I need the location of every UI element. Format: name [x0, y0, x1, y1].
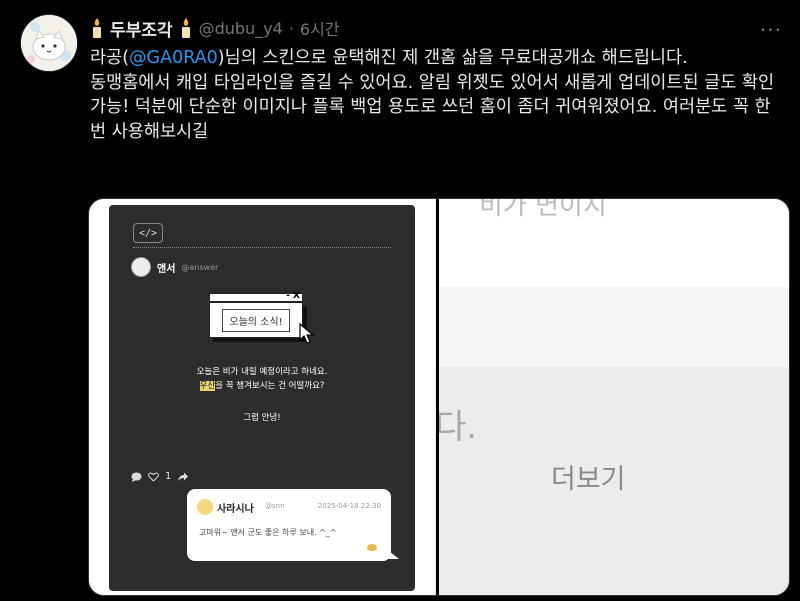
media-left-image[interactable]: </> 앤서 @answer - X 오늘의 소식! 오늘은 비가 내릴 예정이… — [89, 199, 435, 595]
notice-window-body: 오늘의 소식! — [209, 302, 303, 338]
profile-avatar — [131, 257, 151, 277]
profile-row: 앤서 @answer — [131, 257, 218, 277]
avatar[interactable] — [20, 14, 78, 72]
like-count: 1 — [165, 471, 172, 482]
reply-avatar — [197, 499, 213, 515]
reply-bubble: 사라시나 @snn 2025-04-18 22:30 고마워~ 앤서 군도 좋은… — [187, 489, 399, 561]
news-text: 오늘은 비가 내릴 예정이라고 하네요. 우산을 꼭 챙겨보시는 건 어떨까요? — [109, 365, 415, 393]
share-icon — [178, 472, 189, 481]
tweet: 두부조각 @dubu_y4 · 6시간 ··· 라공(@GA0RA0)님의 스킨… — [0, 0, 800, 601]
right-mid-area — [439, 287, 789, 367]
reply-name: 사라시나 — [217, 504, 254, 515]
tweet-text: 라공(@GA0RA0)님의 스킨으로 윤택해진 제 갠홈 삶을 무료대공개쇼 해… — [90, 46, 780, 144]
timestamp[interactable]: 6시간 — [300, 16, 340, 40]
profile-name: 앤서 — [157, 263, 176, 275]
right-top-text: 비가 면이지 — [479, 199, 607, 221]
more-options-icon[interactable]: ··· — [760, 18, 782, 42]
tweet-media[interactable]: </> 앤서 @answer - X 오늘의 소식! 오늘은 비가 내릴 예정이… — [88, 198, 790, 596]
reply-chat-icon — [367, 544, 377, 551]
notice-window-bar: - X — [209, 291, 303, 302]
pointer-cursor-icon — [299, 323, 315, 344]
comment-icon — [131, 472, 142, 482]
news-line1: 오늘은 비가 내릴 예정이라고 하네요. — [196, 367, 328, 377]
media-right-image[interactable]: 비가 면이지 다. 더보기 — [439, 199, 789, 595]
right-top-area: 비가 면이지 — [439, 199, 789, 287]
more-button: 더보기 — [551, 464, 626, 495]
text-suffix: )님의 스킨으로 윤택해진 제 갠홈 삶을 무료대공개쇼 해드립니다. — [217, 48, 688, 68]
profile-handle: @answer — [181, 262, 219, 272]
tweet-line1: 라공(@GA0RA0)님의 스킨으로 윤택해진 제 갠홈 삶을 무료대공개쇼 해… — [90, 46, 780, 71]
notice-window: - X 오늘의 소식! — [209, 291, 303, 339]
display-name[interactable]: 두부조각 — [110, 16, 173, 41]
candle-icon — [179, 17, 193, 39]
reply-text: 고마워~ 앤서 군도 좋은 하루 보내. ^_^ — [199, 528, 337, 537]
mention-link[interactable]: @GA0RA0 — [129, 48, 218, 68]
reaction-row: 1 — [131, 471, 189, 482]
tweet-line2: 동맹홈에서 캐입 타임라인을 즐길 수 있어요. 알림 위젯도 있어서 새롭게 … — [90, 72, 775, 142]
news-line2: 우산을 꼭 챙겨보시는 건 어떨까요? — [109, 379, 415, 393]
user-handle[interactable]: @dubu_y4 — [199, 19, 283, 38]
bye-text: 그럼 안녕! — [243, 413, 281, 423]
code-button: </> — [133, 223, 163, 243]
separator: · — [288, 18, 294, 38]
news-highlight: 우산 — [199, 381, 216, 391]
reply-date: 2025-04-18 22:30 — [317, 502, 381, 510]
right-mid-text: 다. — [439, 407, 478, 447]
skin-preview-card: </> 앤서 @answer - X 오늘의 소식! 오늘은 비가 내릴 예정이… — [109, 205, 415, 591]
news-line2-rest: 을 꼭 챙겨보시는 건 어떨까요? — [215, 381, 325, 391]
text-prefix: 라공( — [90, 48, 130, 68]
reply-handle: @snn — [265, 502, 285, 510]
notice-title: 오늘의 소식! — [222, 308, 290, 332]
heart-icon — [148, 472, 159, 482]
bubble-tail — [389, 551, 399, 559]
dotted-divider — [133, 247, 391, 248]
tweet-header: 두부조각 @dubu_y4 · 6시간 — [90, 14, 340, 42]
candle-icon — [90, 17, 104, 39]
window-close-icon: - X — [286, 291, 300, 301]
